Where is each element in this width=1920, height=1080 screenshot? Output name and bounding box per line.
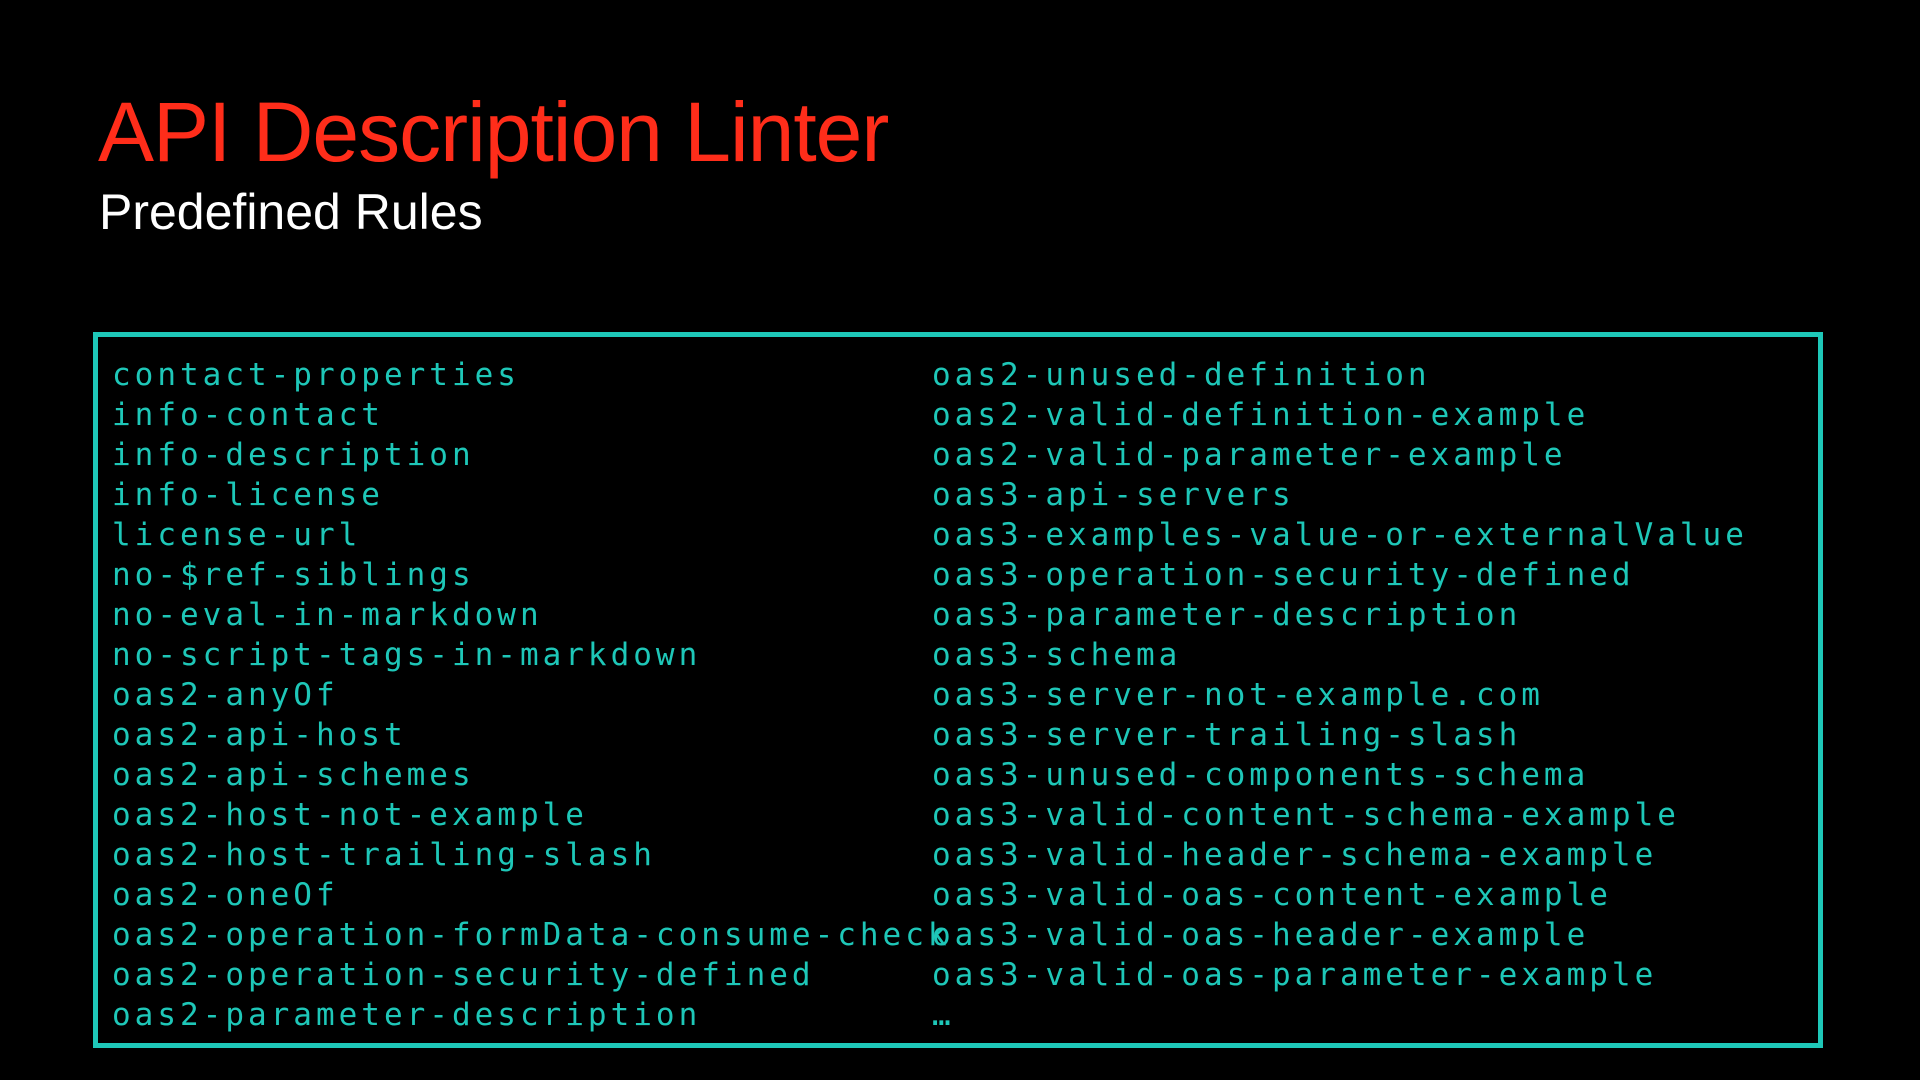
rule-item: info-contact [112, 397, 384, 433]
rule-item: info-license [112, 477, 384, 513]
slide-title: API Description Linter [98, 85, 889, 179]
ellipsis: … [932, 997, 955, 1033]
rule-item: oas2-unused-definition [932, 357, 1431, 393]
rule-item: license-url [112, 517, 362, 553]
rule-item: oas3-valid-oas-parameter-example [932, 957, 1658, 993]
rule-item: oas3-api-servers [932, 477, 1295, 513]
rule-item: info-description [112, 437, 475, 473]
rule-item: oas3-valid-oas-header-example [932, 917, 1590, 953]
rule-item: oas2-operation-formData-consume-check [112, 917, 951, 953]
rules-list-right: oas2-unused-definition oas2-valid-defini… [932, 355, 1748, 1035]
rule-item: oas2-host-not-example [112, 797, 588, 833]
rule-item: no-script-tags-in-markdown [112, 637, 702, 673]
rule-item: oas3-unused-components-schema [932, 757, 1590, 793]
rule-item: oas3-parameter-description [932, 597, 1522, 633]
rule-item: oas2-parameter-description [112, 997, 702, 1033]
rule-item: oas3-valid-oas-content-example [932, 877, 1612, 913]
rule-item: oas2-valid-definition-example [932, 397, 1590, 433]
rule-item: oas2-anyOf [112, 677, 339, 713]
rule-item: oas3-schema [932, 637, 1182, 673]
rule-item: oas2-valid-parameter-example [932, 437, 1567, 473]
rule-item: oas2-operation-security-defined [112, 957, 815, 993]
slide-subtitle: Predefined Rules [99, 184, 483, 240]
rule-item: oas3-valid-header-schema-example [932, 837, 1658, 873]
rule-item: oas3-examples-value-or-externalValue [932, 517, 1748, 553]
rule-item: no-eval-in-markdown [112, 597, 543, 633]
rule-item: contact-properties [112, 357, 520, 393]
rule-item: no-$ref-siblings [112, 557, 475, 593]
rule-item: oas3-valid-content-schema-example [932, 797, 1680, 833]
rule-item: oas2-api-host [112, 717, 407, 753]
slide: API Description Linter Predefined Rules … [0, 0, 1920, 1080]
rule-item: oas2-host-trailing-slash [112, 837, 656, 873]
rules-list-left: contact-properties info-contact info-des… [112, 355, 951, 1035]
rule-item: oas3-server-not-example.com [932, 677, 1544, 713]
rule-item: oas2-api-schemes [112, 757, 475, 793]
rule-item: oas2-oneOf [112, 877, 339, 913]
rules-code-box: contact-properties info-contact info-des… [93, 332, 1823, 1048]
rule-item: oas3-operation-security-defined [932, 557, 1635, 593]
rule-item: oas3-server-trailing-slash [932, 717, 1522, 753]
